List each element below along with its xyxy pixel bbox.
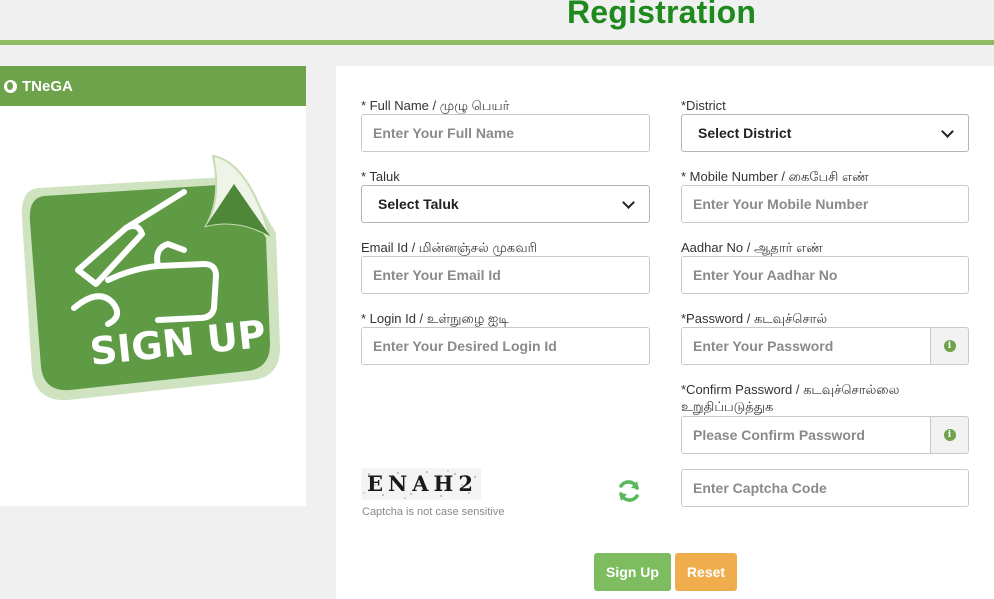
top-banner bbox=[0, 0, 994, 40]
district-label: *District bbox=[681, 98, 726, 113]
sidebar-card: TNeGA SIGN UP bbox=[0, 66, 306, 506]
chevron-down-icon bbox=[622, 195, 635, 209]
globe-icon bbox=[4, 79, 17, 93]
info-icon: i bbox=[943, 340, 956, 352]
header-divider bbox=[0, 40, 994, 45]
captcha-note: Captcha is not case sensitive bbox=[362, 506, 505, 518]
login-label: * Login Id / உள்நுழை ஐடி bbox=[361, 311, 509, 326]
sidebar-header: TNeGA bbox=[0, 66, 306, 106]
info-icon: i bbox=[943, 429, 956, 441]
district-select-value: Select District bbox=[698, 125, 792, 141]
signup-button[interactable]: Sign Up bbox=[594, 553, 671, 591]
aadhar-label: Aadhar No / ஆதார் எண் bbox=[681, 240, 823, 255]
password-info-button[interactable]: i bbox=[931, 327, 969, 365]
confirm-password-label-line1: *Confirm Password / கடவுச்சொல்லை bbox=[681, 382, 900, 397]
confirm-password-info-button[interactable]: i bbox=[931, 416, 969, 454]
email-label: Email Id / மின்னஞ்சல் முகவரி bbox=[361, 240, 537, 255]
confirm-password-input[interactable] bbox=[681, 416, 931, 454]
brand-name: TNeGA bbox=[22, 77, 73, 95]
signup-illustration: SIGN UP bbox=[21, 154, 281, 401]
email-input[interactable] bbox=[361, 256, 650, 294]
chevron-down-icon bbox=[941, 124, 954, 138]
taluk-label: * Taluk bbox=[361, 169, 400, 184]
password-label: *Password / கடவுச்சொல் bbox=[681, 311, 828, 326]
aadhar-input[interactable] bbox=[681, 256, 969, 294]
confirm-password-label: *Confirm Password / கடவுச்சொல்லை உறுதிப்… bbox=[681, 381, 899, 415]
confirm-password-label-line2: உறுதிப்படுத்துக bbox=[681, 399, 774, 414]
login-input[interactable] bbox=[361, 327, 650, 365]
captcha-input[interactable] bbox=[681, 469, 969, 507]
mobile-input[interactable] bbox=[681, 185, 969, 223]
refresh-icon[interactable] bbox=[616, 478, 642, 504]
reset-button[interactable]: Reset bbox=[675, 553, 737, 591]
mobile-label: * Mobile Number / கைபேசி எண் bbox=[681, 169, 869, 184]
password-input[interactable] bbox=[681, 327, 931, 365]
full-name-label: * Full Name / முழு பெயர் bbox=[361, 98, 510, 113]
taluk-select-value: Select Taluk bbox=[378, 196, 459, 212]
full-name-input[interactable] bbox=[361, 114, 650, 152]
captcha-text: ENAH2 bbox=[367, 471, 478, 496]
taluk-select[interactable]: Select Taluk bbox=[361, 185, 650, 223]
district-select[interactable]: Select District bbox=[681, 114, 969, 152]
captcha-image: ENAH2 bbox=[361, 468, 481, 500]
page-title: Registration bbox=[567, 0, 757, 30]
